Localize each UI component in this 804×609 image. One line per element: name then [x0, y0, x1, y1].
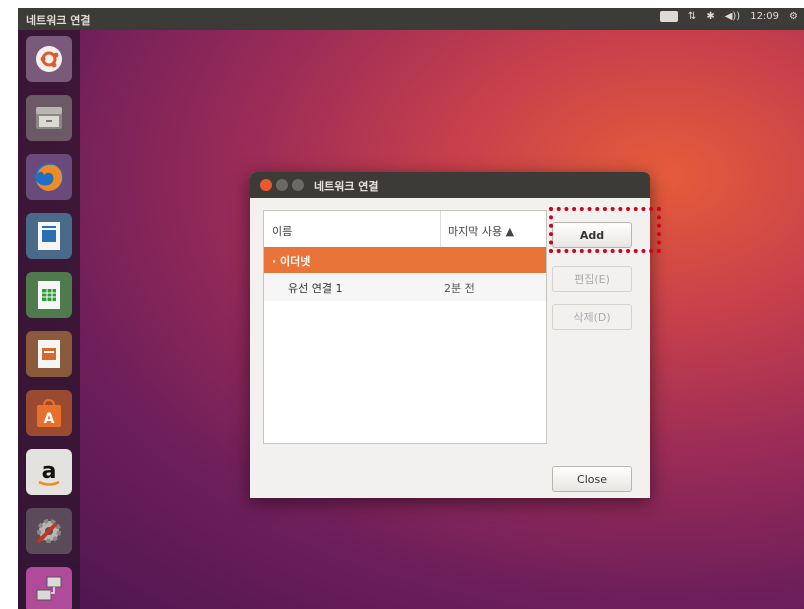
- svg-text:A: A: [44, 411, 55, 427]
- column-header-name[interactable]: 이름: [272, 223, 292, 239]
- maximize-window-icon[interactable]: [292, 179, 304, 191]
- firefox-icon[interactable]: [26, 154, 72, 200]
- connection-name: 유선 연결 1: [288, 282, 343, 295]
- desktop: 네트워크 연결 ⇅ ✱ ◀)) 12:09 ⚙ A a 네트워크 연결 이름 마…: [18, 8, 804, 609]
- list-group-ethernet[interactable]: · 이더넷: [264, 247, 546, 273]
- minimize-window-icon[interactable]: [276, 179, 288, 191]
- close-button[interactable]: Close: [552, 466, 632, 492]
- system-settings-icon[interactable]: [26, 508, 72, 554]
- list-header: 이름 마지막 사용 ▲: [264, 211, 546, 248]
- bluetooth-icon[interactable]: ✱: [706, 11, 714, 22]
- libreoffice-writer-icon[interactable]: [26, 213, 72, 259]
- network-updown-icon[interactable]: ⇅: [688, 11, 696, 22]
- volume-icon[interactable]: ◀)): [725, 11, 741, 22]
- clock[interactable]: 12:09: [750, 11, 779, 22]
- network-connections-icon[interactable]: [26, 567, 72, 609]
- amazon-icon[interactable]: a: [26, 449, 72, 495]
- connection-last-used: 2분 전: [444, 282, 475, 295]
- libreoffice-calc-icon[interactable]: [26, 272, 72, 318]
- group-label: · 이더넷: [272, 255, 311, 268]
- system-tray: ⇅ ✱ ◀)) 12:09 ⚙: [659, 11, 798, 22]
- files-icon[interactable]: [26, 95, 72, 141]
- column-divider: [440, 211, 441, 247]
- dialog-titlebar[interactable]: 네트워크 연결: [250, 172, 650, 198]
- dialog-title: 네트워크 연결: [314, 180, 379, 193]
- list-item[interactable]: 유선 연결 1 2분 전: [264, 273, 546, 301]
- libreoffice-impress-icon[interactable]: [26, 331, 72, 377]
- column-header-last-used[interactable]: 마지막 사용 ▲: [448, 223, 514, 239]
- edit-button[interactable]: 편집(E): [552, 266, 632, 292]
- software-center-icon[interactable]: A: [26, 390, 72, 436]
- top-panel: 네트워크 연결 ⇅ ✱ ◀)) 12:09 ⚙: [18, 8, 804, 30]
- delete-button[interactable]: 삭제(D): [552, 304, 632, 330]
- active-app-title: 네트워크 연결: [26, 14, 91, 27]
- close-window-icon[interactable]: [260, 179, 272, 191]
- power-icon[interactable]: ⚙: [789, 11, 798, 22]
- ubuntu-dash-icon[interactable]: [26, 36, 72, 82]
- svg-text:a: a: [42, 459, 57, 484]
- connections-list[interactable]: 이름 마지막 사용 ▲ · 이더넷 유선 연결 1 2분 전: [263, 210, 547, 444]
- launcher: A a: [18, 30, 80, 609]
- keyboard-icon[interactable]: [659, 11, 678, 22]
- add-button-highlight: [549, 207, 661, 253]
